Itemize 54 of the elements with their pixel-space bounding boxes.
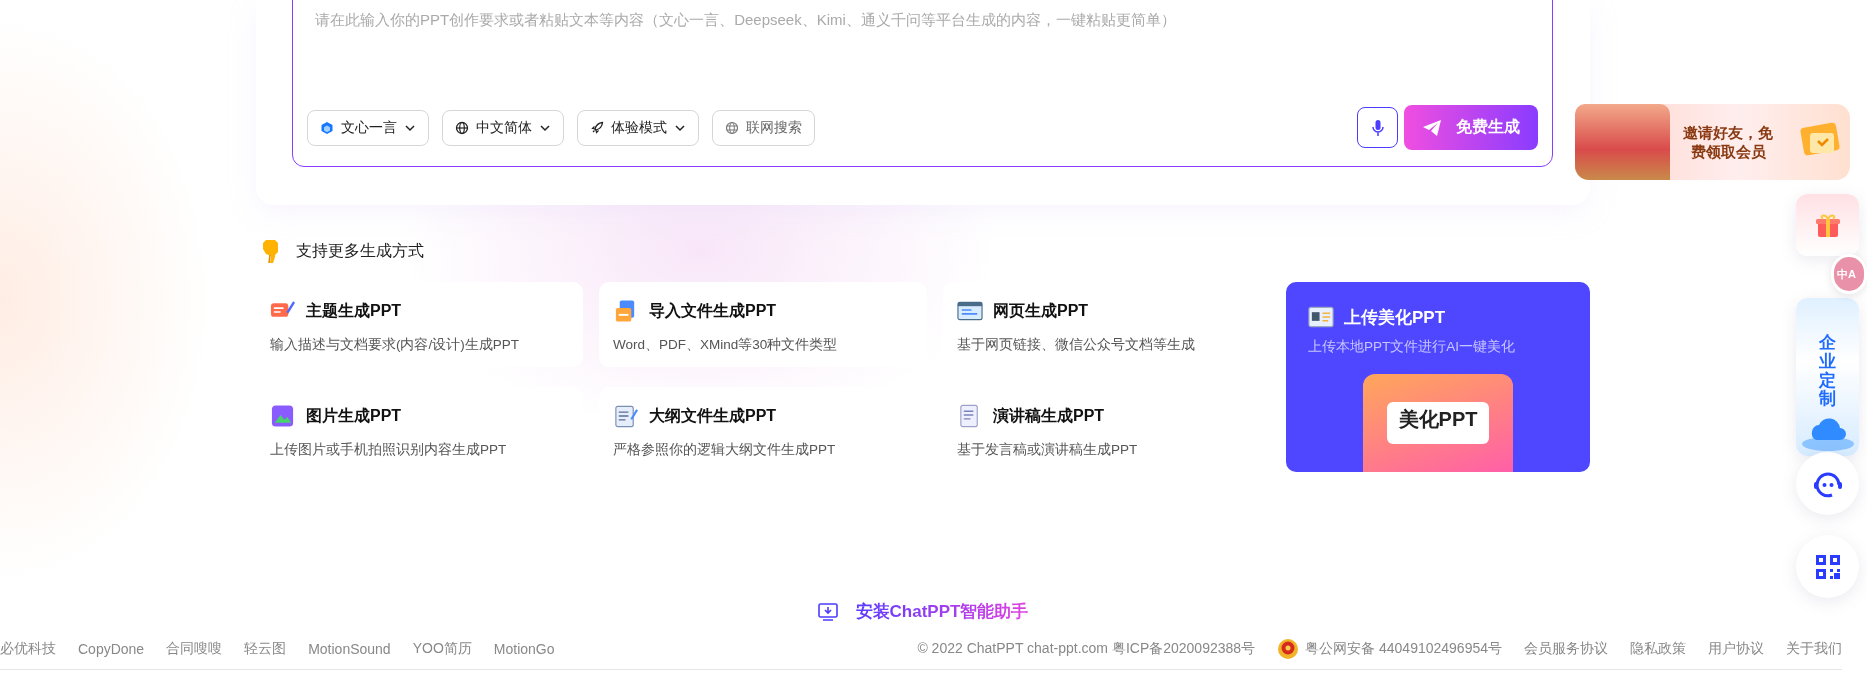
card-title: 大纲文件生成PPT: [649, 405, 777, 426]
illustration-label: 美化PPT: [1386, 402, 1490, 444]
emblem-icon: [1277, 638, 1300, 660]
send-icon: [1422, 118, 1442, 137]
footer-link[interactable]: 合同嗖嗖: [166, 640, 223, 658]
footer-link[interactable]: YOO简历: [412, 640, 472, 658]
card-title: 演讲稿生成PPT: [993, 405, 1105, 426]
card-title: 主题生成PPT: [306, 300, 402, 321]
police-record-text: 粤公网安备 44049102496954号: [1305, 640, 1502, 658]
dropdown-button[interactable]: 体验模式: [577, 109, 699, 146]
footer-link[interactable]: 关于我们: [1786, 640, 1842, 658]
enterprise-button[interactable]: 企业定制: [1796, 298, 1859, 456]
dropdown-button[interactable]: 中文简体: [442, 109, 564, 146]
footer-link[interactable]: 必优科技: [0, 640, 56, 658]
qr-code-icon: [1814, 553, 1841, 580]
gift-icon: [1813, 211, 1842, 239]
method-card[interactable]: 导入文件生成PPT Word、PDF、XMind等30种文件类型: [599, 282, 927, 367]
microphone-icon: [1370, 118, 1385, 137]
card-title: 网页生成PPT: [993, 300, 1089, 321]
footer-link[interactable]: CopyDone: [78, 641, 145, 657]
footer-link[interactable]: 隐私政策: [1630, 640, 1686, 658]
card-description: 严格参照你的逻辑大纲文件生成PPT: [613, 441, 837, 459]
footer-link[interactable]: 用户协议: [1708, 640, 1764, 658]
slide-icon: [1308, 304, 1334, 330]
rocket-icon: [590, 120, 604, 135]
microphone-button[interactable]: [1357, 107, 1398, 148]
card-title: 导入文件生成PPT: [649, 300, 777, 321]
footer-link[interactable]: 轻云图: [244, 640, 287, 658]
cube-icon: [320, 120, 334, 135]
card-description: Word、PDF、XMind等30种文件类型: [613, 336, 839, 354]
card-title: 图片生成PPT: [306, 405, 402, 426]
card-title: 上传美化PPT: [1344, 306, 1446, 329]
generate-button[interactable]: 免费生成: [1404, 105, 1538, 150]
image-icon: [270, 403, 296, 429]
featured-card[interactable]: 上传美化PPT 上传本地PPT文件进行AI一键美化 美化PPT: [1286, 282, 1590, 472]
card-description: 上传图片或手机拍照识别内容生成PPT: [270, 441, 508, 459]
gift-button[interactable]: [1796, 194, 1859, 256]
section-title: 支持更多生成方式: [296, 240, 424, 261]
footer-link[interactable]: MotionGo: [493, 641, 555, 657]
footer-link[interactable]: MotionSound: [308, 641, 391, 657]
outline-doc-icon: [613, 403, 639, 429]
prompt-input[interactable]: 请在此输入你的PPT创作要求或者粘贴文本等内容（文心一言、Deepseek、Kimi、通义千问等平台生成的内容，一键粘贴更简单） 文心一言 中文简体 体验模式 联网搜索 免费生成: [292, 0, 1553, 167]
globe-icon: [455, 120, 469, 135]
card-description: 输入描述与文档要求(内容/设计)生成PPT: [270, 336, 520, 354]
card-description: 基于发言稿或演讲稿生成PPT: [957, 441, 1139, 459]
card-description: 上传本地PPT文件进行AI一键美化: [1308, 338, 1516, 356]
footer-link[interactable]: 会员服务协议: [1524, 640, 1608, 658]
invite-banner[interactable]: 邀请好友，免费领取会员: [1575, 104, 1850, 180]
search-toggle[interactable]: 联网搜索: [712, 109, 815, 146]
card-description: 基于网页链接、微信公众号文档等生成: [957, 336, 1196, 354]
copyright-text: © 2022 ChatPPT chat-ppt.com 粤ICP备2020092388号: [917, 640, 1256, 658]
download-monitor-icon: [817, 602, 838, 621]
dropdown-button[interactable]: 文心一言: [307, 109, 429, 146]
globe-icon: [725, 120, 739, 135]
